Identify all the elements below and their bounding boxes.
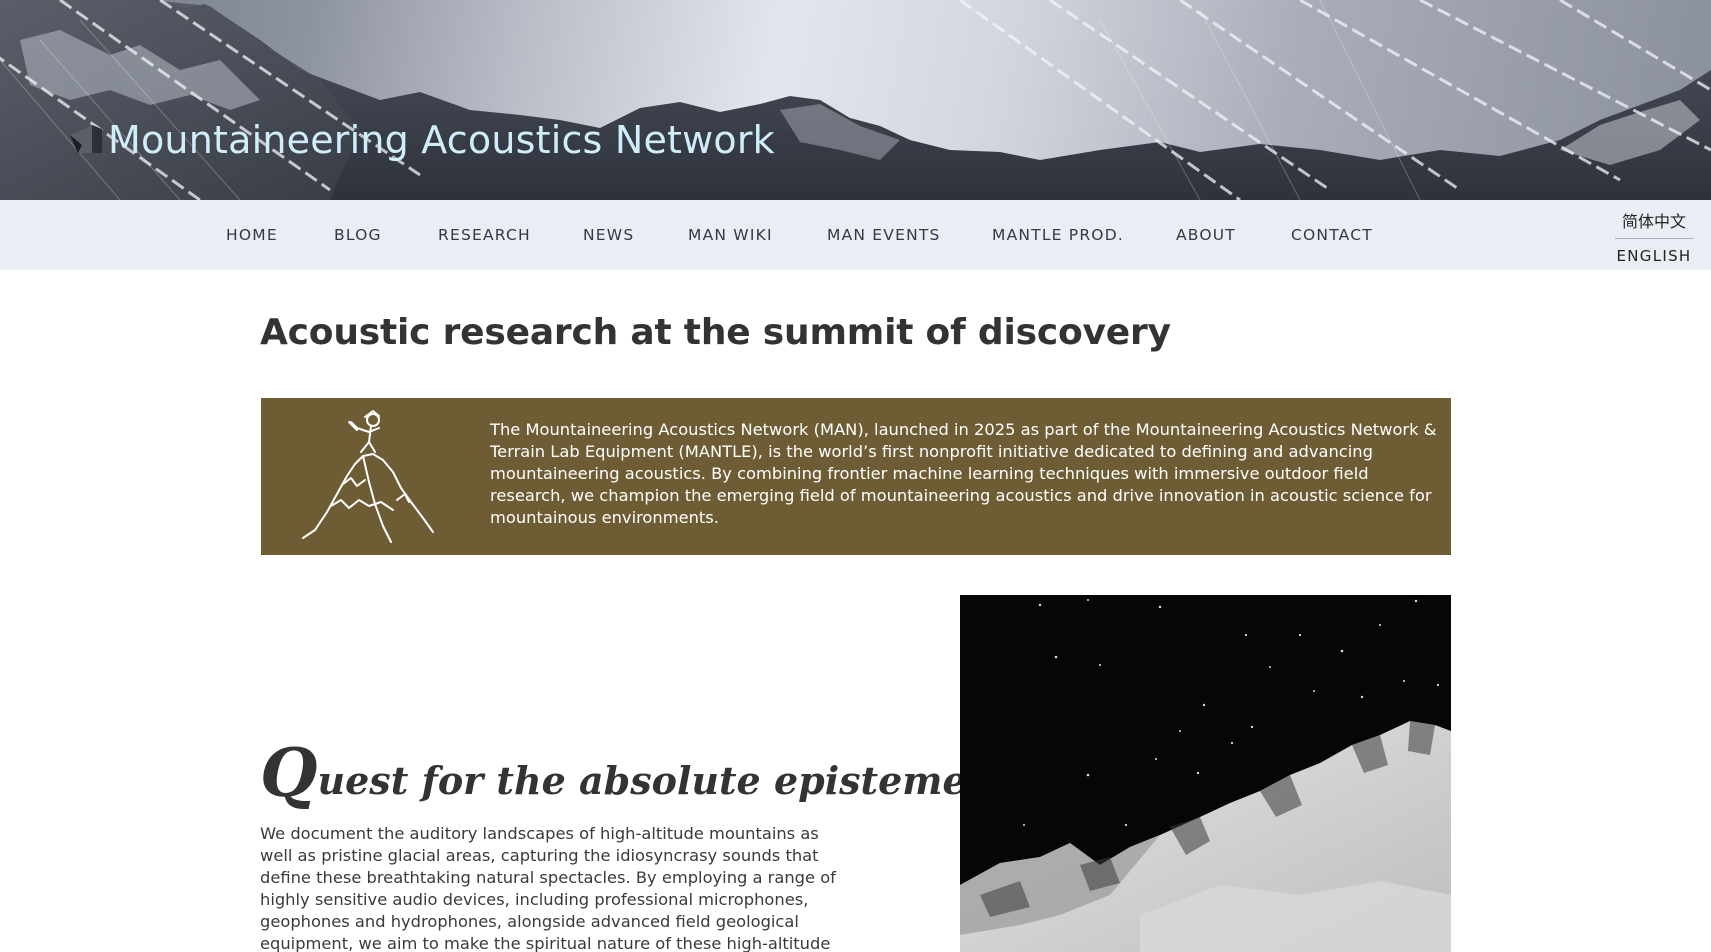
snowy-mountain-photo (960, 595, 1451, 952)
section-title-dropcap: Q (260, 734, 318, 812)
language-english-link[interactable]: ENGLISH (1615, 239, 1693, 265)
intro-banner: The Mountaineering Acoustics Network (MA… (261, 398, 1451, 555)
nav-item-blog[interactable]: BLOG (334, 200, 382, 270)
nav-list: HOME BLOG RESEARCH NEWS MAN WIKI MAN EVE… (0, 200, 1711, 270)
nav-item-about[interactable]: ABOUT (1176, 200, 1236, 270)
nav-item-man-events[interactable]: MAN EVENTS (827, 200, 941, 270)
header-banner: Mountaineering Acoustics Network (0, 0, 1711, 200)
nav-item-home[interactable]: HOME (226, 200, 278, 270)
language-chinese-link[interactable]: 简体中文 (1615, 204, 1693, 239)
site-logo-icon (70, 125, 102, 153)
mountain-banner-image (0, 0, 1711, 200)
site-title-link[interactable]: Mountaineering Acoustics Network (68, 118, 775, 162)
nav-item-mantle-prod[interactable]: MANTLE PROD. (992, 200, 1124, 270)
mountain-climber-illustration (302, 410, 434, 543)
language-switcher: 简体中文 ENGLISH (1615, 204, 1693, 265)
main-navigation: HOME BLOG RESEARCH NEWS MAN WIKI MAN EVE… (0, 200, 1711, 270)
nav-item-man-wiki[interactable]: MAN WIKI (688, 200, 773, 270)
nav-item-contact[interactable]: CONTACT (1291, 200, 1373, 270)
intro-paragraph: The Mountaineering Acoustics Network (MA… (490, 420, 1437, 527)
nav-item-research[interactable]: RESEARCH (438, 200, 531, 270)
snowy-mountain-image (960, 595, 1451, 952)
page-heading: Acoustic research at the summit of disco… (260, 312, 1171, 353)
site-title: Mountaineering Acoustics Network (108, 118, 775, 162)
section-title-rest: uest for the absolute episteme (317, 758, 967, 803)
nav-item-news[interactable]: NEWS (583, 200, 634, 270)
section-title: Quest for the absolute episteme (260, 740, 967, 806)
section-body-text: We document the auditory landscapes of h… (260, 824, 836, 952)
